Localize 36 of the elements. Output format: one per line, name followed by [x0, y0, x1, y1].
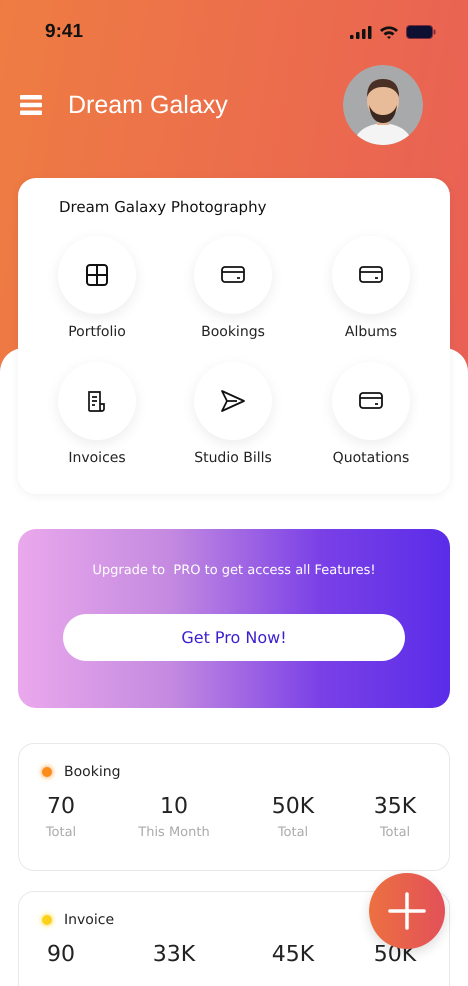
card-icon	[359, 392, 383, 410]
business-name: Dream Galaxy Photography	[58, 198, 268, 216]
battery-icon	[406, 25, 436, 39]
card-icon	[221, 266, 245, 284]
metric-value: 50K	[272, 794, 314, 819]
metric-value: 35K	[374, 794, 416, 819]
metric-value: 70	[47, 794, 75, 819]
send-icon	[220, 389, 246, 413]
metric-label: This Month	[138, 825, 210, 840]
document-icon	[87, 390, 107, 412]
plus-icon	[387, 891, 427, 931]
metric-value: 33K	[152, 942, 196, 967]
metric-value: 90	[47, 942, 75, 967]
card-icon	[359, 266, 383, 284]
stats-title: Invoice	[64, 912, 114, 928]
wifi-icon	[379, 25, 399, 39]
metric-value: 45K	[272, 942, 314, 967]
shortcut-label: Quotations	[332, 450, 410, 466]
status-time: 9:41	[45, 21, 84, 43]
metric-label: Total	[380, 825, 410, 840]
promo-text: Upgrade to PRO to get access all Features!	[92, 563, 376, 578]
grid-icon	[86, 264, 108, 286]
shortcut-label: Bookings	[201, 324, 265, 340]
metric-label: Total	[278, 825, 308, 840]
shortcut-label: Invoices	[68, 450, 126, 466]
stats-title: Booking	[64, 764, 120, 780]
get-pro-button[interactable]: Get Pro Now!	[63, 614, 405, 661]
menu-icon	[20, 95, 42, 115]
shortcut-label: Studio Bills	[194, 450, 272, 466]
signal-icon	[350, 26, 372, 38]
app-title: Dream Galaxy	[68, 90, 229, 120]
menu-button[interactable]	[20, 95, 42, 115]
shortcut-label: Portfolio	[68, 324, 126, 340]
shortcut-label: Albums	[344, 324, 398, 340]
metric-label: Total	[46, 825, 76, 840]
metric-value: 10	[160, 794, 188, 819]
